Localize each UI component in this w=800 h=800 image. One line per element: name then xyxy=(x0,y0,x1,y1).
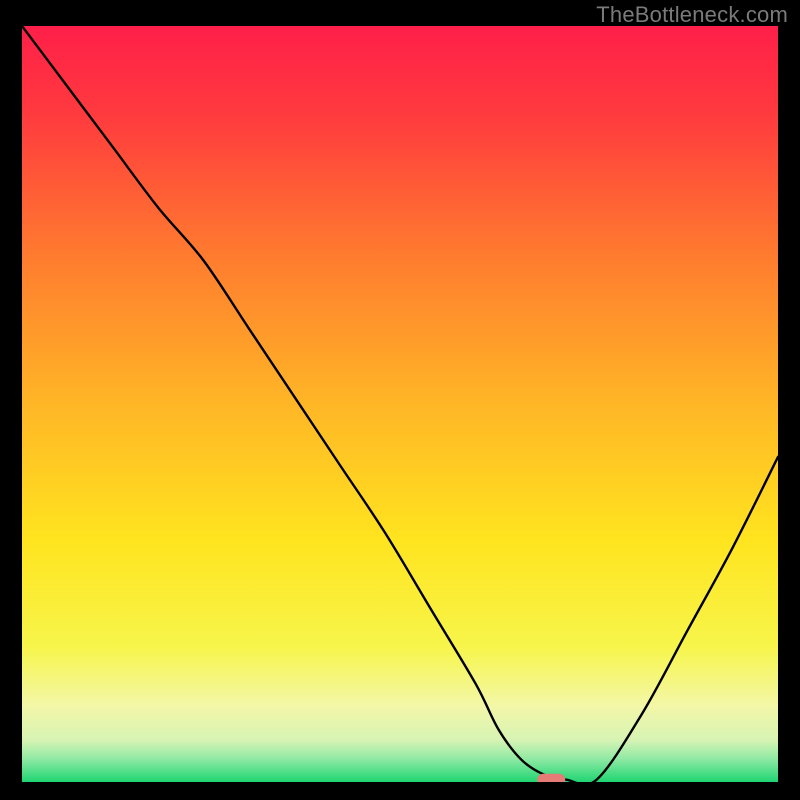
chart-svg xyxy=(22,26,778,782)
chart-frame: TheBottleneck.com xyxy=(0,0,800,800)
bottleneck-chart xyxy=(22,26,778,782)
gradient-background xyxy=(22,26,778,782)
optimal-marker xyxy=(537,774,565,782)
watermark-text: TheBottleneck.com xyxy=(596,2,788,28)
